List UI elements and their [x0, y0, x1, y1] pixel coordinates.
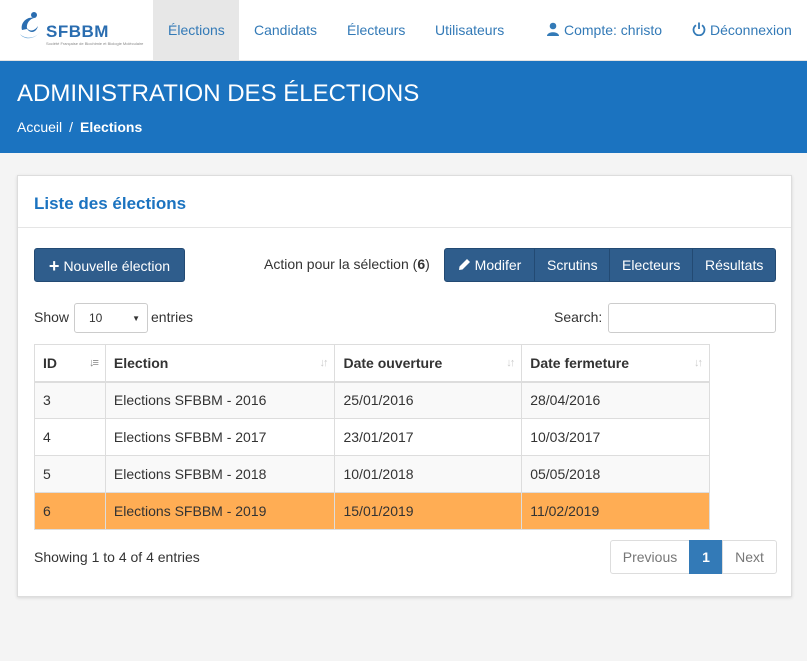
nav-utilisateurs[interactable]: Utilisateurs — [420, 0, 519, 61]
table-row[interactable]: 4 Elections SFBBM - 2017 23/01/2017 10/0… — [34, 418, 710, 456]
table-row-selected[interactable]: 6 Elections SFBBM - 2019 15/01/2019 11/0… — [34, 492, 710, 530]
selection-count: 6 — [417, 256, 426, 272]
caret-down-icon: ▼ — [132, 314, 140, 323]
table-row[interactable]: 5 Elections SFBBM - 2018 10/01/2018 05/0… — [34, 455, 710, 493]
cell-date-fermeture: 28/04/2016 — [521, 381, 710, 419]
nav-elections-label: Élections — [168, 22, 225, 38]
elections-panel: Liste des élections + Nouvelle élection A… — [17, 175, 792, 597]
page-length-select[interactable]: 10 ▼ — [74, 303, 148, 333]
table-info: Showing 1 to 4 of 4 entries — [34, 549, 200, 565]
column-header-election[interactable]: Election ↓↑ — [104, 344, 336, 383]
cell-date-ouverture: 25/01/2016 — [334, 381, 523, 419]
cell-election: Elections SFBBM - 2016 — [104, 381, 336, 419]
column-header-date-fermeture[interactable]: Date fermeture ↓↑ — [521, 344, 710, 383]
new-election-button[interactable]: + Nouvelle élection — [34, 248, 185, 282]
new-election-label: Nouvelle élection — [63, 258, 171, 274]
scrutins-button[interactable]: Scrutins — [534, 248, 610, 282]
cell-date-fermeture: 05/05/2018 — [521, 455, 710, 493]
selection-label-suffix: ) — [425, 256, 430, 272]
column-header-label: Date ouverture — [343, 354, 443, 371]
power-icon — [692, 22, 706, 37]
breadcrumb: Accueil / Elections — [17, 119, 142, 135]
column-header-label: Election — [113, 354, 169, 371]
sort-ascending-icon: ↓≡ — [88, 357, 99, 369]
breadcrumb-home[interactable]: Accueil — [17, 119, 62, 135]
pencil-icon — [458, 258, 470, 270]
nav-account[interactable]: Compte: christo — [531, 0, 677, 61]
page-header: ADMINISTRATION DES ÉLECTIONS Accueil / Ele… — [0, 61, 807, 153]
cell-id: 6 — [34, 492, 106, 530]
table-row[interactable]: 3 Elections SFBBM - 2016 25/01/2016 28/0… — [34, 381, 710, 419]
cell-date-ouverture: 23/01/2017 — [334, 418, 523, 456]
cell-date-fermeture: 10/03/2017 — [521, 418, 710, 456]
page-length-value: 10 — [89, 311, 103, 325]
column-header-id[interactable]: ID ↓≡ — [34, 344, 106, 383]
sfbbm-logo[interactable]: SFBBM Société Française de Biochimie et … — [16, 10, 143, 50]
modify-label: Modifer — [474, 257, 522, 273]
scrutins-label: Scrutins — [547, 257, 598, 273]
nav-electeurs[interactable]: Électeurs — [332, 0, 420, 61]
cell-date-ouverture: 15/01/2019 — [334, 492, 523, 530]
pagination-previous[interactable]: Previous — [610, 540, 690, 574]
sort-icon: ↓↑ — [694, 357, 703, 369]
breadcrumb-current: Elections — [80, 119, 143, 135]
cell-id: 3 — [34, 381, 106, 419]
logo-subtitle: Société Française de Biochimie et Biolog… — [46, 41, 144, 46]
length-show-label: Show — [34, 309, 70, 325]
top-navbar: SFBBM Société Française de Biochimie et … — [0, 0, 807, 61]
nav-candidats[interactable]: Candidats — [239, 0, 332, 61]
panel-title: Liste des élections — [34, 194, 187, 213]
nav-logout[interactable]: Déconnexion — [677, 0, 807, 61]
selection-action-label: Action pour la sélection (6) — [264, 256, 430, 272]
sort-icon: ↓↑ — [506, 357, 515, 369]
sort-icon: ↓↑ — [319, 357, 328, 369]
pagination-next[interactable]: Next — [722, 540, 777, 574]
logo-emblem-icon — [20, 12, 40, 39]
panel-heading: Liste des élections — [18, 176, 791, 228]
cell-date-fermeture: 11/02/2019 — [521, 492, 710, 530]
cell-election: Elections SFBBM - 2019 — [104, 492, 336, 530]
column-header-label: ID — [43, 354, 57, 371]
column-header-date-ouverture[interactable]: Date ouverture ↓↑ — [334, 344, 523, 383]
nav-logout-label: Déconnexion — [710, 22, 792, 38]
user-icon — [547, 22, 559, 37]
table-header-row: ID ↓≡ Election ↓↑ Date ouverture ↓↑ Date fe… — [34, 344, 710, 383]
nav-electeurs-label: Électeurs — [347, 22, 406, 38]
search-label: Search: — [554, 309, 603, 325]
breadcrumb-separator: / — [69, 119, 74, 135]
plus-icon: + — [48, 256, 60, 276]
nav-candidats-label: Candidats — [254, 22, 318, 38]
cell-id: 5 — [34, 455, 106, 493]
pagination-page-1[interactable]: 1 — [689, 540, 723, 574]
nav-utilisateurs-label: Utilisateurs — [435, 22, 505, 38]
logo-text: SFBBM — [46, 22, 109, 41]
cell-date-ouverture: 10/01/2018 — [334, 455, 523, 493]
cell-election: Elections SFBBM - 2017 — [104, 418, 336, 456]
nav-elections[interactable]: Élections — [153, 0, 239, 61]
nav-account-label: Compte: christo — [564, 22, 663, 38]
length-entries-label: entries — [151, 309, 194, 325]
electeurs-button[interactable]: Electeurs — [609, 248, 693, 282]
electeurs-label: Electeurs — [622, 257, 681, 273]
search-input[interactable] — [608, 303, 776, 333]
modify-button[interactable]: Modifer — [444, 248, 535, 282]
cell-election: Elections SFBBM - 2018 — [104, 455, 336, 493]
resultats-button[interactable]: Résultats — [692, 248, 776, 282]
cell-id: 4 — [34, 418, 106, 456]
resultats-label: Résultats — [705, 257, 764, 273]
page-title: ADMINISTRATION DES ÉLECTIONS — [17, 80, 420, 107]
selection-label-prefix: Action pour la sélection ( — [264, 256, 418, 272]
elections-table: ID ↓≡ Election ↓↑ Date ouverture ↓↑ Date fe… — [34, 344, 710, 530]
column-header-label: Date fermeture — [530, 354, 630, 371]
